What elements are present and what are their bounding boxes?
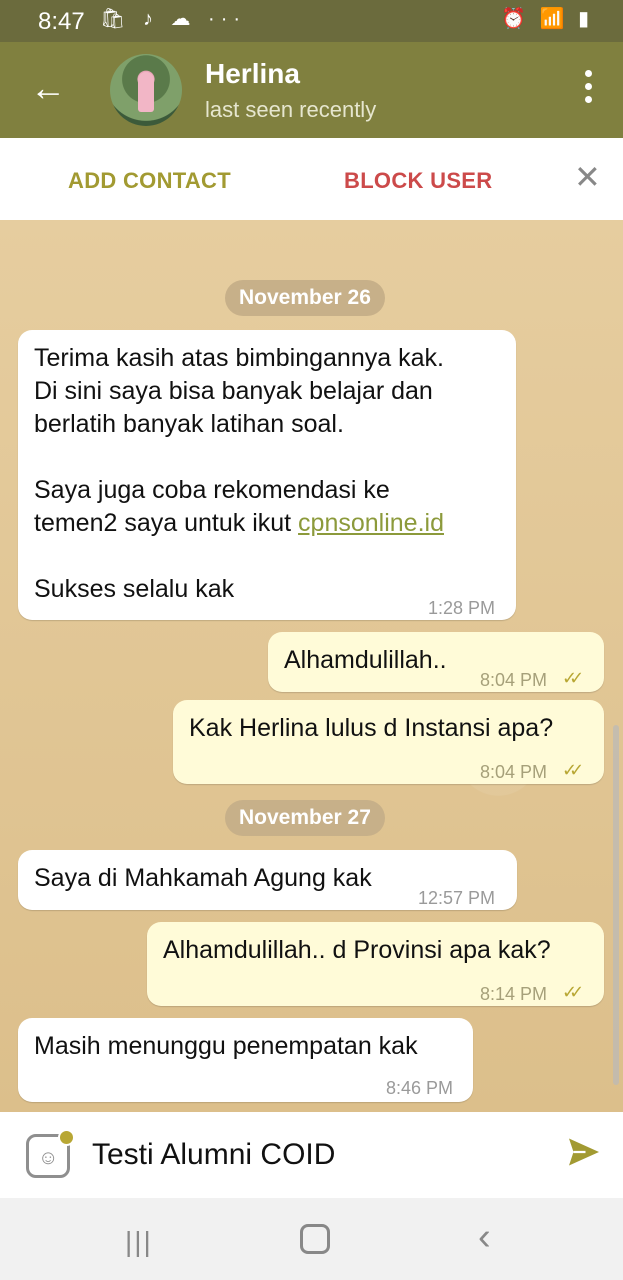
date-separator: November 26 (225, 280, 385, 316)
message-input[interactable] (90, 1137, 534, 1173)
double-check-icon: ✓✓ (562, 982, 584, 1002)
message-text: Saya di Mahkamah Agung kak (34, 864, 372, 892)
chat-area[interactable]: November 26 Terima kasih atas bimbingann… (0, 220, 623, 1112)
contact-name[interactable]: Herlina (205, 58, 300, 90)
system-icons: ⏰ 📶 ▮ (501, 8, 593, 30)
message-input-bar: ☺ (0, 1112, 623, 1198)
message-time: 8:04 PM (480, 762, 548, 782)
contact-status: last seen recently (205, 97, 377, 122)
system-nav-bar: ||| ‹ (0, 1198, 623, 1280)
notification-icons: 🛍 ♪ ☁ ··· (100, 8, 247, 30)
status-time: 8:47 (38, 8, 85, 35)
message-time: 8:14 PM (480, 984, 548, 1004)
nav-back-icon[interactable]: ‹ (478, 1216, 491, 1259)
more-vert-icon[interactable] (585, 70, 593, 110)
message-time: 1:28 PM (428, 598, 496, 618)
status-bar: 8:47 🛍 ♪ ☁ ··· ⏰ 📶 ▮ (0, 0, 623, 42)
message-link[interactable]: cpnsonline.id (298, 509, 444, 537)
message-bubble-out[interactable]: Kak Herlina lulus d Instansi apa? 8:04 P… (173, 700, 604, 784)
message-time: 8:46 PM (386, 1078, 454, 1098)
double-check-icon: ✓✓ (562, 668, 584, 688)
message-bubble-out[interactable]: Alhamdulillah.. 8:04 PM ✓✓ (268, 632, 604, 692)
double-check-icon: ✓✓ (562, 760, 584, 780)
back-arrow-icon[interactable]: ← (30, 68, 66, 108)
avatar[interactable] (110, 54, 182, 126)
sticker-icon[interactable]: ☺ (26, 1129, 75, 1178)
message-time: 12:57 PM (418, 888, 496, 908)
message-text: Kak Herlina lulus d Instansi apa? (189, 714, 554, 742)
close-icon[interactable]: ✕ (574, 158, 601, 196)
chat-header: ← Herlina last seen recently (0, 42, 623, 138)
home-icon[interactable] (300, 1224, 330, 1254)
date-separator: November 27 (225, 800, 385, 836)
block-user-button[interactable]: BLOCK USER (344, 168, 492, 194)
message-bubble-in[interactable]: Masih menunggu penempatan kak 8:46 PM (18, 1018, 473, 1102)
message-text: Alhamdulillah.. (284, 646, 447, 674)
add-contact-button[interactable]: ADD CONTACT (68, 168, 231, 194)
message-text: Terima kasih atas bimbingannya kak. Di s… (34, 344, 444, 603)
message-bubble-out[interactable]: Alhamdulillah.. d Provinsi apa kak? 8:14… (147, 922, 604, 1006)
message-text: Alhamdulillah.. d Provinsi apa kak? (163, 936, 551, 964)
message-bubble-in[interactable]: Terima kasih atas bimbingannya kak. Di s… (18, 330, 516, 620)
contact-action-bar: ADD CONTACT BLOCK USER ✕ (0, 138, 623, 221)
recent-apps-icon[interactable]: ||| (125, 1226, 153, 1258)
send-icon[interactable] (566, 1134, 602, 1170)
message-bubble-in[interactable]: Saya di Mahkamah Agung kak 12:57 PM (18, 850, 517, 910)
message-text: Masih menunggu penempatan kak (34, 1032, 418, 1060)
message-time: 8:04 PM (480, 670, 548, 690)
scrollbar[interactable] (613, 725, 619, 1085)
